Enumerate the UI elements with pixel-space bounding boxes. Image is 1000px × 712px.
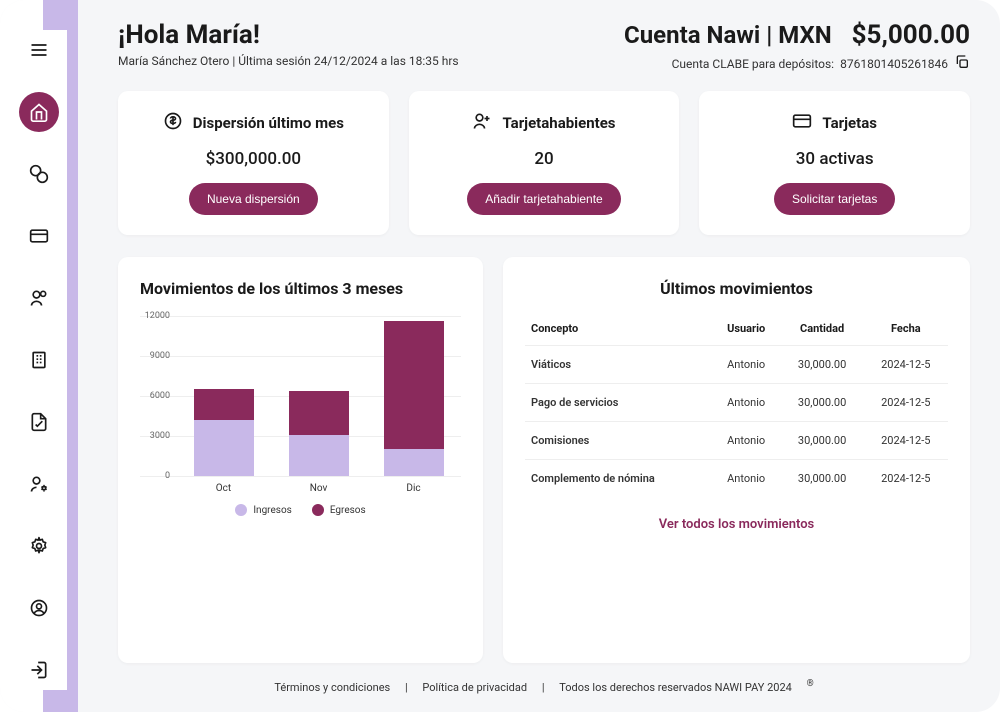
sidebar-item-profile[interactable] — [19, 588, 59, 628]
user-plus-icon — [472, 111, 492, 135]
sidebar-item-building[interactable] — [19, 340, 59, 380]
card-dispersion: Dispersión último mes $300,000.00 Nueva … — [118, 91, 389, 235]
footer-rights: Todos los derechos reservados NAWI PAY 2… — [559, 681, 792, 694]
table-cell: Antonio — [712, 422, 781, 460]
table-cell: 30,000.00 — [781, 422, 864, 460]
new-dispersion-button[interactable]: Nueva dispersión — [189, 183, 318, 215]
table-cell: Pago de servicios — [525, 384, 712, 422]
card-title: Tarjetas — [822, 114, 877, 132]
card-value: 20 — [534, 149, 553, 169]
bar-category-label: Oct — [194, 483, 254, 494]
bar-ingresos — [194, 420, 254, 476]
currency-icon — [163, 111, 183, 135]
greeting-title: ¡Hola María! — [118, 20, 459, 50]
sidebar-item-home[interactable] — [19, 92, 59, 132]
copy-icon[interactable] — [954, 54, 970, 73]
chart-legend: Ingresos Egresos — [140, 504, 461, 516]
table-row: ViáticosAntonio30,000.002024-12-5 — [525, 346, 948, 384]
request-cards-button[interactable]: Solicitar tarjetas — [774, 183, 895, 215]
table-cell: 30,000.00 — [781, 460, 864, 498]
table-cell: Viáticos — [525, 346, 712, 384]
sidebar — [0, 0, 78, 712]
sidebar-item-settings[interactable] — [19, 526, 59, 566]
latest-movements-panel: Últimos movimientos ConceptoUsuarioCanti… — [503, 257, 970, 663]
footer: Términos y condiciones | Política de pri… — [118, 663, 970, 702]
table-header: Cantidad — [781, 312, 864, 346]
menu-icon[interactable] — [19, 30, 59, 70]
bar-category-label: Nov — [289, 483, 349, 494]
legend-ingresos: Ingresos — [253, 505, 291, 516]
card-title: Dispersión último mes — [193, 114, 344, 132]
chart-ytick: 0 — [140, 471, 170, 481]
see-all-movements-link[interactable]: Ver todos los movimientos — [659, 517, 815, 532]
table-row: Pago de serviciosAntonio30,000.002024-12… — [525, 384, 948, 422]
sidebar-item-card[interactable] — [19, 216, 59, 256]
clabe-number: 8761801405261846 — [840, 57, 948, 71]
table-cell: 2024-12-5 — [864, 384, 948, 422]
table-cell: Antonio — [712, 346, 781, 384]
chart-ytick: 6000 — [140, 391, 170, 401]
bar-ingresos — [384, 449, 444, 476]
sidebar-item-user-settings[interactable] — [19, 464, 59, 504]
card-cardholders: Tarjetahabientes 20 Añadir tarjetahabien… — [409, 91, 680, 235]
bar-group: Nov — [289, 316, 349, 476]
card-value: $300,000.00 — [206, 149, 301, 169]
table-row: ComisionesAntonio30,000.002024-12-5 — [525, 422, 948, 460]
add-cardholder-button[interactable]: Añadir tarjetahabiente — [467, 183, 620, 215]
table-cell: 30,000.00 — [781, 346, 864, 384]
legend-egresos: Egresos — [330, 505, 366, 516]
bar-category-label: Dic — [384, 483, 444, 494]
greeting-subtitle: María Sánchez Otero | Última sesión 24/1… — [118, 54, 459, 68]
sidebar-item-coins[interactable] — [19, 154, 59, 194]
card-title: Tarjetahabientes — [502, 114, 615, 132]
footer-privacy-link[interactable]: Política de privacidad — [422, 681, 527, 694]
clabe-label: Cuenta CLABE para depósitos: — [672, 57, 835, 71]
sidebar-item-users[interactable] — [19, 278, 59, 318]
table-cell: Complemento de nómina — [525, 460, 712, 498]
chart-ytick: 3000 — [140, 431, 170, 441]
bar-chart: 030006000900012000OctNovDic — [140, 316, 461, 476]
table-header: Concepto — [525, 312, 712, 346]
card-cards: Tarjetas 30 activas Solicitar tarjetas — [699, 91, 970, 235]
bar-ingresos — [289, 435, 349, 476]
table-cell: Antonio — [712, 460, 781, 498]
bar-group: Oct — [194, 316, 254, 476]
table-cell: Comisiones — [525, 422, 712, 460]
table-row: Complemento de nóminaAntonio30,000.00202… — [525, 460, 948, 498]
bar-group: Dic — [384, 316, 444, 476]
bar-egresos — [289, 391, 349, 435]
bar-egresos — [384, 321, 444, 449]
bar-egresos — [194, 389, 254, 420]
table-cell: Antonio — [712, 384, 781, 422]
table-cell: 2024-12-5 — [864, 460, 948, 498]
account-balance: $5,000.00 — [852, 20, 970, 50]
registered-icon: ® — [807, 679, 814, 689]
table-cell: 2024-12-5 — [864, 346, 948, 384]
greeting-block: ¡Hola María! María Sánchez Otero | Últim… — [118, 20, 459, 68]
table-header: Usuario — [712, 312, 781, 346]
card-value: 30 activas — [796, 149, 874, 169]
table-cell: 2024-12-5 — [864, 422, 948, 460]
footer-terms-link[interactable]: Términos y condiciones — [274, 681, 390, 694]
table-cell: 30,000.00 — [781, 384, 864, 422]
table-header: Fecha — [864, 312, 948, 346]
account-title: Cuenta Nawi | MXN — [624, 21, 832, 49]
account-summary: Cuenta Nawi | MXN $5,000.00 Cuenta CLABE… — [624, 20, 970, 73]
movements-title: Últimos movimientos — [525, 279, 948, 298]
chart-ytick: 9000 — [140, 351, 170, 361]
sidebar-item-document[interactable] — [19, 402, 59, 442]
movements-table: ConceptoUsuarioCantidadFecha ViáticosAnt… — [525, 312, 948, 497]
sidebar-item-logout[interactable] — [19, 650, 59, 690]
credit-card-icon — [792, 111, 812, 135]
movements-chart-panel: Movimientos de los últimos 3 meses 0 3000… — [118, 257, 483, 663]
chart-ytick: 12000 — [140, 311, 170, 321]
chart-title: Movimientos de los últimos 3 meses — [140, 279, 461, 298]
